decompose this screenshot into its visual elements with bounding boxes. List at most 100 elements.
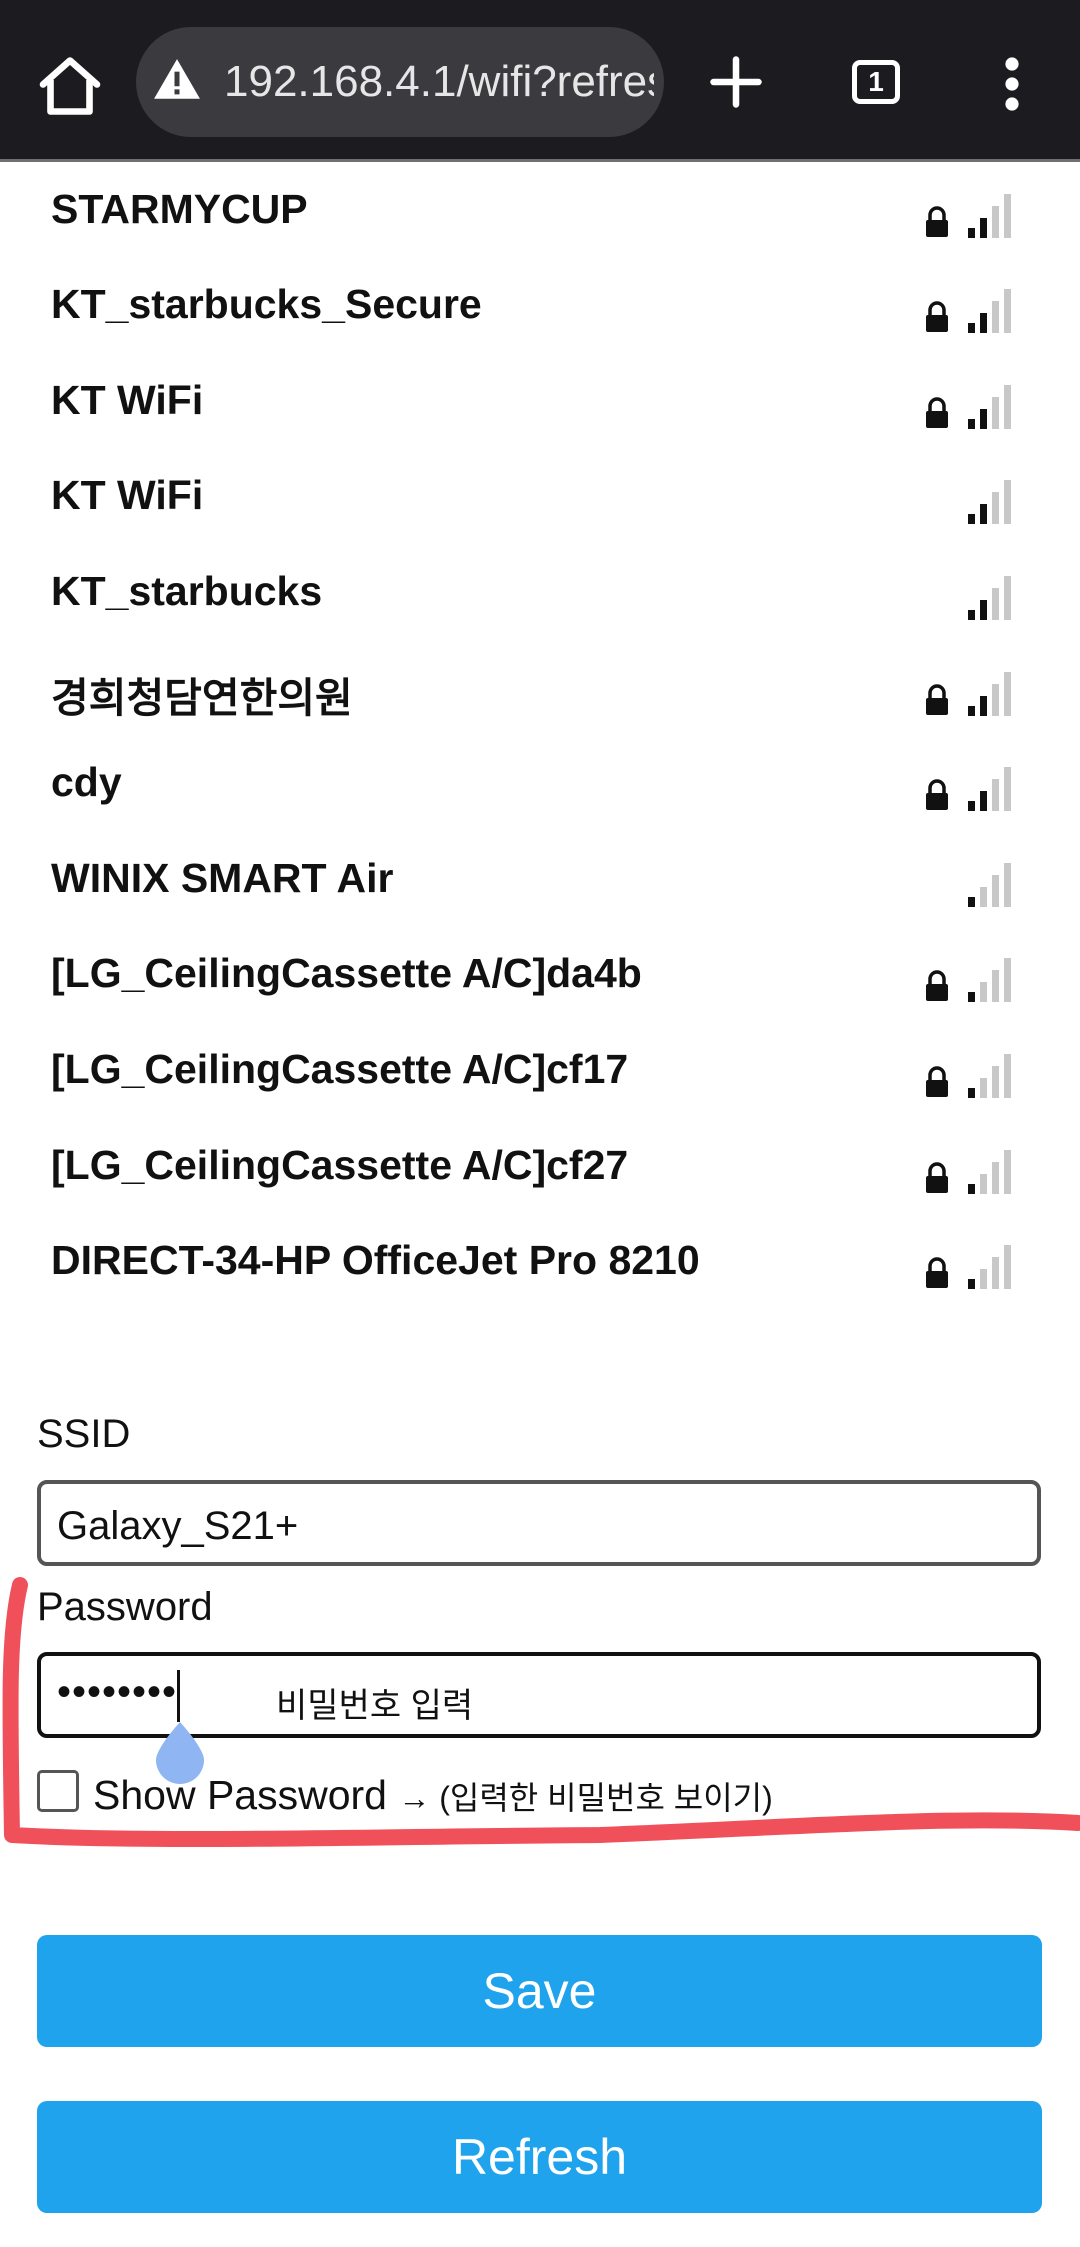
password-annotation: 비밀번호 입력 <box>276 1687 474 1725</box>
save-button[interactable]: Save <box>37 1935 1042 2047</box>
tab-switcher-icon[interactable]: 1 <box>852 60 900 104</box>
show-password-label: Show Password <box>93 1772 387 1818</box>
signal-bar <box>1004 480 1011 525</box>
signal-bar <box>968 323 975 334</box>
signal-strength-icon <box>968 289 1011 334</box>
browser-toolbar: 192.168.4.1/wifi?refresh 1 <box>0 0 1080 162</box>
address-bar[interactable]: 192.168.4.1/wifi?refresh <box>136 27 664 137</box>
lock-icon <box>926 1257 948 1289</box>
refresh-button[interactable]: Refresh <box>37 2101 1042 2213</box>
network-ssid[interactable]: KT WiFi <box>51 377 203 424</box>
signal-bar <box>992 1066 999 1098</box>
network-item[interactable]: [LG_CeilingCassette A/C]cf17 <box>0 1024 1080 1120</box>
signal-bar <box>968 1088 975 1098</box>
signal-bar <box>968 1183 975 1194</box>
signal-bar <box>992 301 999 334</box>
lock-icon <box>926 779 948 811</box>
signal-bar <box>992 205 999 238</box>
plus-icon[interactable] <box>706 52 766 112</box>
lock-icon <box>926 683 948 715</box>
text-selection-handle-icon[interactable] <box>150 1720 210 1784</box>
signal-bar <box>968 705 975 716</box>
lock-icon <box>926 1066 948 1097</box>
signal-bar <box>980 1173 987 1194</box>
network-ssid[interactable]: [LG_CeilingCassette A/C]cf27 <box>51 1142 628 1189</box>
network-ssid[interactable]: [LG_CeilingCassette A/C]cf17 <box>51 1046 628 1093</box>
signal-bar <box>1004 193 1011 238</box>
signal-bar <box>968 992 975 1003</box>
network-ssid[interactable]: 경희청담연한의원 <box>51 664 353 724</box>
kebab-menu-icon[interactable] <box>994 56 1030 112</box>
signal-bar <box>980 791 987 812</box>
network-item[interactable]: KT WiFi <box>0 355 1080 451</box>
lock-icon <box>926 397 948 428</box>
signal-strength-icon <box>968 193 1011 238</box>
signal-bar <box>1004 576 1011 620</box>
signal-strength-icon <box>968 1245 1011 1290</box>
signal-bar <box>1004 767 1011 812</box>
network-item[interactable]: 경희청담연한의원 <box>0 642 1080 738</box>
signal-bar <box>1004 1054 1011 1098</box>
network-ssid[interactable]: cdy <box>51 759 122 806</box>
signal-bar <box>992 683 999 716</box>
signal-bar <box>1004 1149 1011 1194</box>
url-text[interactable]: 192.168.4.1/wifi?refresh <box>224 57 654 107</box>
signal-bar <box>980 217 987 238</box>
signal-bar <box>980 695 987 716</box>
signal-bar <box>980 313 987 334</box>
network-ssid[interactable]: WINIX SMART Air <box>51 855 393 902</box>
signal-bar <box>992 492 999 525</box>
signal-bar <box>992 1257 999 1290</box>
signal-bar <box>968 610 975 620</box>
signal-bar <box>992 874 999 907</box>
signal-bar <box>968 1279 975 1290</box>
network-item[interactable]: cdy <box>0 737 1080 833</box>
network-item[interactable]: STARMYCUP <box>0 164 1080 260</box>
signal-strength-icon <box>968 671 1011 716</box>
signal-bar <box>980 1078 987 1098</box>
network-item[interactable]: [LG_CeilingCassette A/C]cf27 <box>0 1120 1080 1216</box>
signal-bar <box>992 970 999 1003</box>
signal-bar <box>980 408 987 429</box>
warning-icon[interactable] <box>152 55 202 105</box>
show-password-checkbox[interactable] <box>37 1770 79 1812</box>
signal-bar <box>1004 289 1011 334</box>
signal-bar <box>992 779 999 812</box>
ssid-label: SSID <box>37 1412 131 1456</box>
ssid-input[interactable]: Galaxy_S21+ <box>37 1480 1041 1566</box>
network-item[interactable]: KT_starbucks_Secure <box>0 259 1080 355</box>
signal-bar <box>980 600 987 620</box>
lock-icon <box>926 301 948 333</box>
signal-bar <box>1004 862 1011 907</box>
signal-bar <box>968 227 975 238</box>
network-item[interactable]: [LG_CeilingCassette A/C]da4b <box>0 928 1080 1024</box>
network-item[interactable]: KT WiFi <box>0 450 1080 546</box>
network-ssid[interactable]: KT_starbucks_Secure <box>51 281 482 328</box>
lock-icon <box>926 205 948 237</box>
network-ssid[interactable]: DIRECT-34-HP OfficeJet Pro 8210 <box>51 1237 700 1284</box>
network-item[interactable]: DIRECT-34-HP OfficeJet Pro 8210 <box>0 1215 1080 1311</box>
signal-bar <box>1004 958 1011 1003</box>
text-cursor <box>177 1670 180 1722</box>
signal-bar <box>992 588 999 620</box>
home-icon[interactable] <box>34 50 106 122</box>
network-ssid[interactable]: [LG_CeilingCassette A/C]da4b <box>51 950 642 997</box>
password-label: Password <box>37 1585 213 1629</box>
network-item[interactable]: WINIX SMART Air <box>0 833 1080 929</box>
network-ssid[interactable]: KT_starbucks <box>51 568 322 615</box>
signal-strength-icon <box>968 1149 1011 1194</box>
network-ssid[interactable]: STARMYCUP <box>51 186 308 233</box>
signal-strength-icon <box>968 480 1011 525</box>
signal-bar <box>968 896 975 907</box>
network-item[interactable]: KT_starbucks <box>0 546 1080 642</box>
network-ssid[interactable]: KT WiFi <box>51 472 203 519</box>
signal-bar <box>968 801 975 812</box>
signal-bar <box>1004 1245 1011 1290</box>
show-password-note: → (입력한 비밀번호 보이기) <box>398 1780 773 1816</box>
signal-bar <box>980 886 987 907</box>
signal-strength-icon <box>968 1054 1011 1098</box>
signal-bar <box>1004 671 1011 716</box>
signal-bar <box>980 504 987 525</box>
signal-bar <box>968 418 975 429</box>
signal-strength-icon <box>968 576 1011 620</box>
